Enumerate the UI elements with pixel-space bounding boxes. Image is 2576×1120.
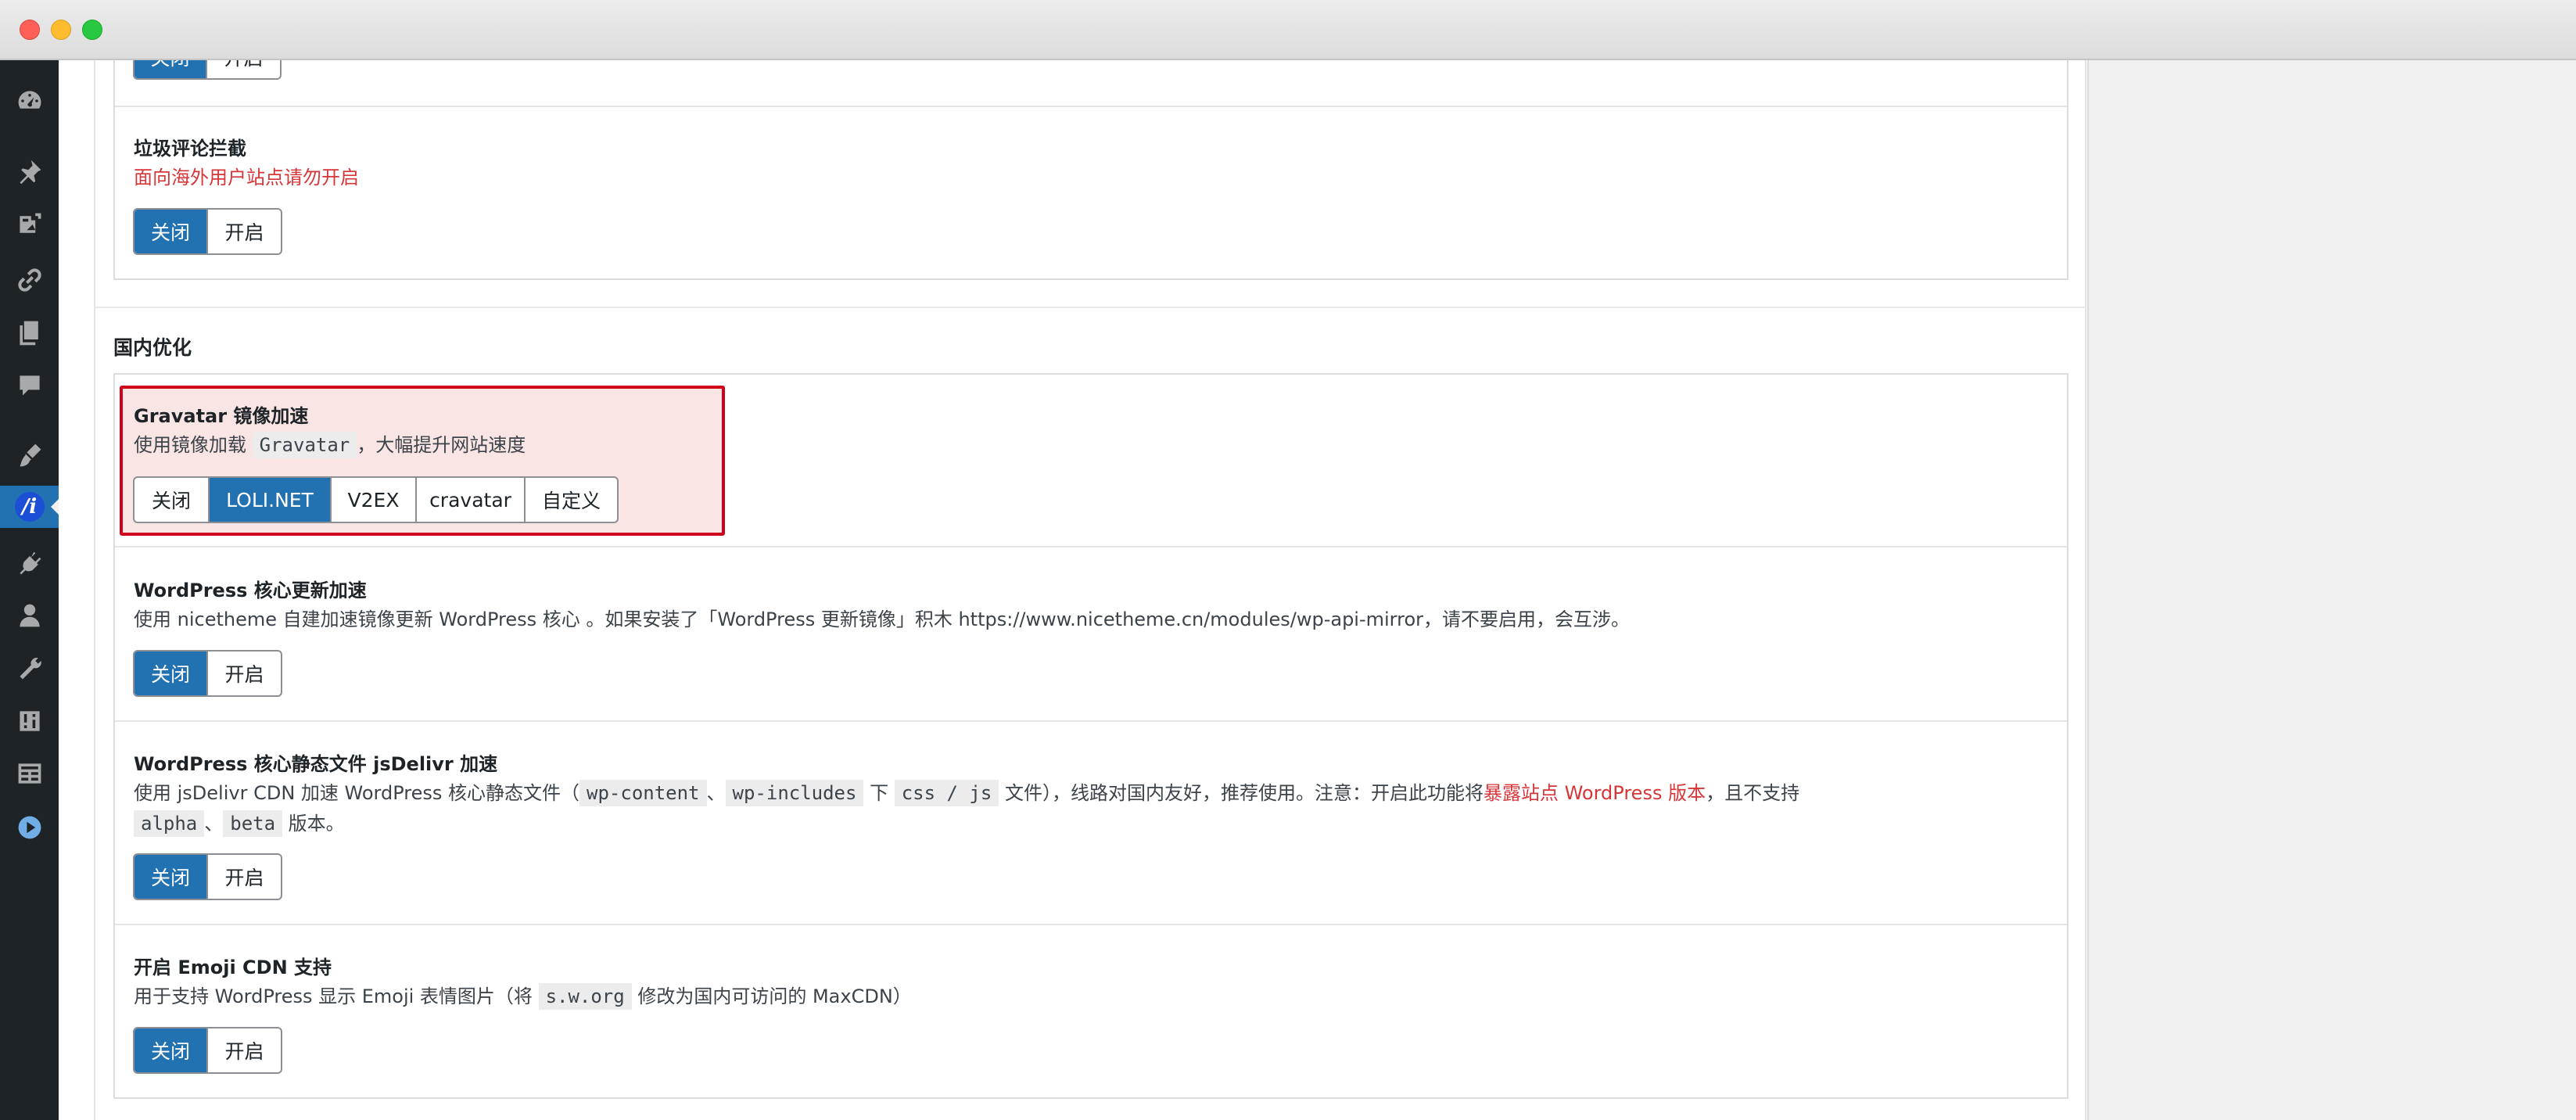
toggle-option-on[interactable]: 开启	[208, 210, 281, 253]
settings-icon	[19, 711, 40, 731]
toggle-option-off[interactable]: 关闭	[135, 210, 208, 253]
sidebar-item-posts[interactable]	[0, 150, 59, 192]
code-gravatar: Gravatar	[252, 432, 357, 458]
sidebar-item-users[interactable]	[0, 594, 59, 637]
sidebar-item-media-player[interactable]	[0, 806, 59, 849]
sidebar-item-settings[interactable]	[0, 700, 59, 742]
spam-filter-title: 垃圾评论拦截	[134, 138, 246, 160]
jsdelivr-desc-line2: alpha、 beta 版本。	[134, 808, 345, 839]
toggle-option-on[interactable]: 开启	[208, 1028, 281, 1072]
gravatar-option-off[interactable]: 关闭	[135, 478, 210, 522]
desc-text: 使用 jsDelivr CDN 加速 WordPress 核心静态文件（	[134, 782, 580, 804]
sidebar-item-comments[interactable]	[0, 364, 59, 407]
gravatar-title: Gravatar 镜像加速	[134, 405, 309, 427]
gravatar-desc: 使用镜像加载 Gravatar ，大幅提升网站速度	[134, 429, 526, 461]
code-s-w-org: s.w.org	[538, 983, 632, 1010]
gravatar-mirror-selector[interactable]: 关闭 LOLI.NET V2EX cravatar 自定义	[133, 476, 619, 523]
desc-text: 、	[204, 813, 224, 835]
row-separator	[115, 106, 2067, 107]
pin-icon	[19, 160, 41, 185]
zoom-window-dot[interactable]	[82, 20, 102, 40]
table-icon	[18, 763, 41, 784]
play-icon	[18, 816, 41, 839]
link-icon	[17, 268, 41, 292]
toggle-option-on[interactable]: 开启	[208, 652, 281, 695]
desc-text: 、	[706, 782, 726, 804]
minimize-window-dot[interactable]	[51, 20, 71, 40]
core-update-title: WordPress 核心更新加速	[134, 580, 367, 601]
desc-text: 版本。	[282, 813, 345, 835]
sidebar-item-table[interactable]	[0, 752, 59, 795]
code-alpha: alpha	[134, 810, 205, 837]
sidebar-item-appearance[interactable]	[0, 434, 59, 476]
desc-text: 文件），线路对国内友好，推荐使用。注意：开启此功能将	[999, 782, 1484, 804]
desc-text: 使用镜像加载	[134, 434, 253, 456]
section-separator	[94, 307, 2086, 308]
section-title: 国内优化	[113, 336, 192, 359]
sidebar-item-media[interactable]	[0, 203, 59, 246]
media-icon	[19, 213, 41, 233]
toggle-option-off[interactable]: 关闭	[135, 652, 208, 695]
code-wp-includes: wp-includes	[725, 780, 864, 806]
core-update-desc: 使用 nicetheme 自建加速镜像更新 WordPress 核心 。如果安装…	[134, 608, 1631, 630]
row-separator	[115, 546, 2067, 547]
core-update-toggle[interactable]: 关闭 开启	[133, 650, 282, 697]
code-beta: beta	[223, 810, 283, 837]
toggle-option-off[interactable]: 关闭	[135, 855, 208, 899]
settings-box-top	[113, 44, 2068, 280]
code-wp-content: wp-content	[579, 780, 707, 806]
code-css-js: css / js	[894, 780, 999, 806]
row-separator	[115, 924, 2067, 925]
window-titlebar-overlay	[0, 0, 2576, 60]
tools-icon	[19, 658, 41, 680]
spam-filter-warning: 面向海外用户站点请勿开启	[134, 167, 359, 188]
version-exposure-warning: 暴露站点 WordPress 版本	[1483, 782, 1706, 804]
gravatar-option-cravatar[interactable]: cravatar	[417, 478, 526, 522]
plugins-icon	[19, 551, 41, 575]
comments-icon	[19, 375, 40, 396]
desc-text: ，且不支持	[1706, 782, 1800, 804]
desc-text: ，大幅提升网站速度	[357, 434, 526, 456]
appearance-icon	[19, 443, 41, 467]
dashboard-icon	[18, 91, 41, 109]
sidebar-item-dashboard[interactable]	[0, 80, 59, 122]
spam-filter-toggle[interactable]: 关闭 开启	[133, 208, 282, 255]
jsdelivr-title: WordPress 核心静态文件 jsDelivr 加速	[134, 753, 498, 775]
gravatar-option-v2ex[interactable]: V2EX	[332, 478, 417, 522]
desc-text: 下	[863, 782, 895, 804]
right-panel	[2087, 60, 2576, 1120]
close-window-dot[interactable]	[20, 20, 40, 40]
desc-text: 用于支持 WordPress 显示 Emoji 表情图片（将	[134, 985, 539, 1007]
gravatar-option-custom[interactable]: 自定义	[526, 478, 617, 522]
emoji-cdn-title: 开启 Emoji CDN 支持	[134, 957, 332, 978]
emoji-cdn-desc: 用于支持 WordPress 显示 Emoji 表情图片（将 s.w.org 修…	[134, 981, 912, 1012]
toggle-option-on[interactable]: 开启	[208, 855, 281, 899]
toggle-option-off[interactable]: 关闭	[135, 1028, 208, 1072]
gravatar-option-lolinet[interactable]: LOLI.NET	[210, 478, 332, 522]
emoji-cdn-toggle[interactable]: 关闭 开启	[133, 1027, 282, 1074]
sidebar-item-tools[interactable]	[0, 647, 59, 689]
sidebar-item-plugins[interactable]	[0, 542, 59, 584]
jsdelivr-toggle[interactable]: 关闭 开启	[133, 853, 282, 900]
desc-text: 修改为国内可访问的 MaxCDN）	[631, 985, 912, 1007]
theme-logo-icon: /i	[14, 492, 45, 522]
sidebar-item-theme-settings[interactable]: /i	[0, 486, 59, 528]
users-icon	[19, 604, 40, 627]
sidebar-item-links[interactable]	[0, 259, 59, 301]
pages-icon	[19, 321, 38, 346]
row-separator	[115, 720, 2067, 722]
jsdelivr-desc-line1: 使用 jsDelivr CDN 加速 WordPress 核心静态文件（ wp-c…	[134, 777, 1799, 809]
sidebar-item-pages[interactable]	[0, 311, 59, 354]
